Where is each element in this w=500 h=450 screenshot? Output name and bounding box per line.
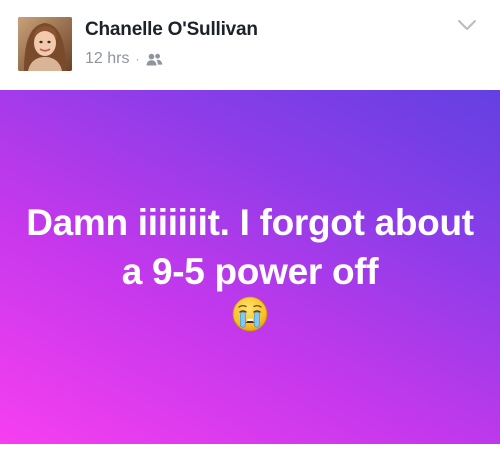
- meta-separator: ·: [135, 52, 140, 66]
- colored-post-background[interactable]: Damn iiiiiiit. I forgot about a 9-5 powe…: [0, 90, 500, 444]
- author-name[interactable]: Chanelle O'Sullivan: [85, 19, 258, 41]
- feed-divider: [0, 444, 500, 450]
- crying-face-emoji-icon: [232, 296, 268, 332]
- post-timestamp[interactable]: 12 hrs: [85, 50, 129, 68]
- avatar[interactable]: [18, 17, 72, 71]
- post-text: Damn iiiiiiit. I forgot about a 9-5 powe…: [26, 202, 474, 292]
- post-meta: 12 hrs ·: [85, 49, 163, 69]
- chevron-down-icon[interactable]: [456, 18, 478, 32]
- post-header: Chanelle O'Sullivan 12 hrs ·: [0, 0, 500, 90]
- friends-icon: [146, 53, 163, 66]
